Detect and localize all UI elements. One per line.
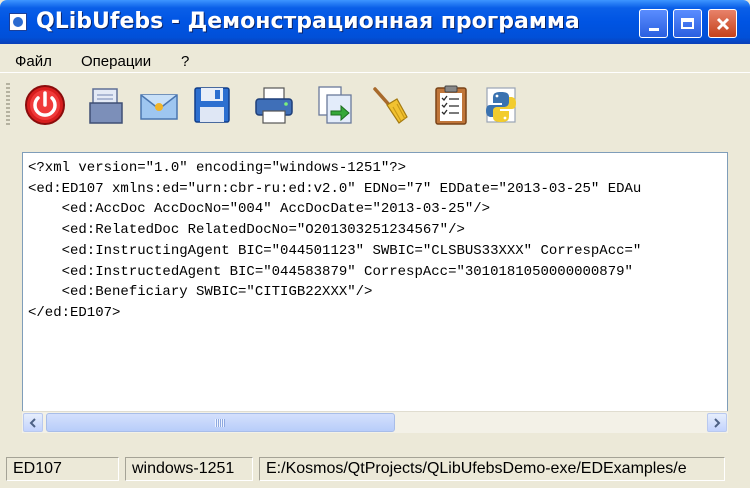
window-title: QLibUfebs - Демонстрационная программа xyxy=(36,9,580,34)
code-line: <ed:ED107 xmlns:ed="urn:cbr-ru:ed:v2.0" … xyxy=(28,180,642,197)
floppy-save-icon xyxy=(194,87,230,123)
horizontal-scrollbar[interactable] xyxy=(22,411,728,433)
code-line: </ed:ED107> xyxy=(28,304,121,321)
menu-operations[interactable]: Операции xyxy=(81,53,151,71)
checklist-button[interactable] xyxy=(428,82,474,128)
thumb-grip xyxy=(215,419,225,427)
python-button[interactable] xyxy=(478,82,524,128)
open-button[interactable] xyxy=(83,82,129,128)
xml-editor[interactable]: <?xml version="1.0" encoding="windows-12… xyxy=(22,152,728,433)
copy-forward-button[interactable] xyxy=(312,82,358,128)
main-window: QLibUfebs - Демонстрационная программа Ф… xyxy=(0,0,750,488)
code-line: <?xml version="1.0" encoding="windows-12… xyxy=(28,160,407,176)
toolbar xyxy=(0,72,750,139)
menu-file[interactable]: Файл xyxy=(15,53,52,71)
code-line: <ed:InstructedAgent BIC="044583879" Corr… xyxy=(28,263,633,280)
chevron-right-icon xyxy=(714,417,721,428)
mail-button[interactable] xyxy=(136,82,182,128)
scroll-left-button[interactable] xyxy=(23,413,43,432)
maximize-button[interactable] xyxy=(673,9,702,38)
copy-forward-icon xyxy=(318,86,352,124)
status-file-path: E:/Kosmos/QtProjects/QLibUfebsDemo-exe/E… xyxy=(259,457,725,481)
status-doc-type: ED107 xyxy=(6,457,119,481)
code-line: <ed:Beneficiary SWBIC="CITIGB22XXX"/> xyxy=(28,284,373,301)
code-line: <ed:InstructingAgent BIC="044501123" SWB… xyxy=(28,242,642,259)
python-icon xyxy=(486,87,516,123)
status-bar: ED107 windows-1251 E:/Kosmos/QtProjects/… xyxy=(0,451,750,488)
chevron-left-icon xyxy=(29,417,36,428)
scrollbar-thumb[interactable] xyxy=(46,413,395,432)
power-icon xyxy=(25,85,65,125)
envelope-icon xyxy=(140,94,178,120)
toolbar-grip[interactable] xyxy=(6,83,10,127)
minimize-button[interactable] xyxy=(639,9,668,38)
save-button[interactable] xyxy=(189,82,235,128)
status-encoding: windows-1251 xyxy=(125,457,253,481)
broom-clear-icon xyxy=(373,87,408,124)
code-line: <ed:RelatedDoc RelatedDocNo="O2013032512… xyxy=(28,222,465,239)
printer-icon xyxy=(255,87,293,124)
close-button[interactable] xyxy=(708,9,737,38)
power-button[interactable] xyxy=(22,82,68,128)
app-icon[interactable] xyxy=(9,13,27,31)
xml-content[interactable]: <?xml version="1.0" encoding="windows-12… xyxy=(28,158,641,324)
close-icon xyxy=(716,17,729,30)
clear-button[interactable] xyxy=(366,82,412,128)
menu-bar: Файл Операции ? xyxy=(0,44,750,72)
menu-help[interactable]: ? xyxy=(181,53,189,71)
open-document-icon xyxy=(89,88,123,124)
print-button[interactable] xyxy=(251,82,297,128)
clipboard-checklist-icon xyxy=(435,85,467,125)
code-line: <ed:AccDoc AccDocNo="004" AccDocDate="20… xyxy=(28,201,491,218)
scroll-right-button[interactable] xyxy=(707,413,727,432)
title-bar[interactable]: QLibUfebs - Демонстрационная программа xyxy=(0,0,750,44)
